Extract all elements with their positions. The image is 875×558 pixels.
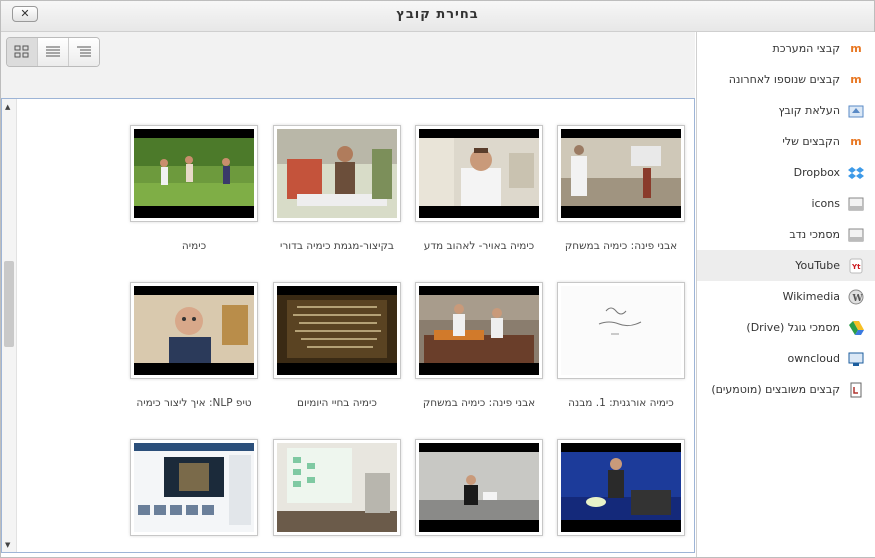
sidebar-item-owncloud[interactable]: owncloud bbox=[697, 343, 875, 374]
file-picker-dialog: ✕ בחירת קובץ ▲ ▼ אבני פינה: כימיה במשחק … bbox=[0, 0, 875, 558]
file-item[interactable] bbox=[415, 439, 543, 552]
file-label: כימיה באויר- לאהוב מדע bbox=[423, 240, 535, 252]
google-drive-icon bbox=[848, 320, 864, 336]
sidebar-item-label: Wikimedia bbox=[782, 290, 840, 303]
sidebar-item-recent-files[interactable]: קבצים שנוספו לאחרונה m bbox=[697, 64, 875, 95]
file-item[interactable]: אבני פינה: כימיה במשחק bbox=[415, 282, 543, 409]
thumbnail bbox=[130, 282, 258, 379]
sidebar-item-wikimedia[interactable]: Wikimedia W bbox=[697, 281, 875, 312]
tree-view-button[interactable] bbox=[69, 38, 99, 66]
moodle-icon: m bbox=[850, 42, 862, 55]
repository-sidebar: קבצי המערכת m קבצים שנוספו לאחרונה m העל… bbox=[696, 32, 875, 557]
svg-text:W: W bbox=[852, 294, 864, 304]
list-view-button[interactable] bbox=[38, 38, 69, 66]
folder-icon bbox=[848, 196, 864, 212]
thumbnail bbox=[273, 282, 401, 379]
view-switcher bbox=[6, 37, 100, 67]
file-item[interactable] bbox=[273, 439, 401, 552]
thumbnail bbox=[415, 282, 543, 379]
sidebar-item-label: icons bbox=[811, 197, 840, 210]
folder-icon bbox=[848, 227, 864, 243]
thumbnail bbox=[557, 282, 685, 379]
sidebar-item-icons[interactable]: icons bbox=[697, 188, 875, 219]
vertical-scrollbar[interactable]: ▲ ▼ bbox=[2, 99, 17, 552]
thumbnail bbox=[273, 439, 401, 536]
file-item[interactable]: טיפ NLP: איך ליצור כימיה bbox=[130, 282, 258, 409]
youtube-icon: Yt bbox=[848, 258, 864, 274]
thumbnail bbox=[415, 439, 543, 536]
icons-view-button[interactable] bbox=[7, 38, 38, 66]
sidebar-item-label: הקבצים שלי bbox=[782, 135, 840, 148]
sidebar-item-youtube[interactable]: YouTube Yt bbox=[697, 250, 875, 281]
file-item[interactable]: כימיה בחיי היומיום bbox=[273, 282, 401, 409]
file-label: כימיה bbox=[181, 240, 207, 252]
sidebar-item-dropbox[interactable]: Dropbox bbox=[697, 157, 875, 188]
file-item[interactable] bbox=[130, 439, 258, 552]
sidebar-item-label: owncloud bbox=[787, 352, 841, 365]
sidebar-item-label: קבצים משובצים (מוטמעים) bbox=[711, 383, 840, 396]
sidebar-item-nadav-docs[interactable]: מסמכי נדב bbox=[697, 219, 875, 250]
file-item[interactable]: כימיה bbox=[130, 125, 258, 252]
file-label: אבני פינה: כימיה במשחק bbox=[422, 397, 536, 409]
sidebar-item-label: Dropbox bbox=[793, 166, 840, 179]
owncloud-icon bbox=[848, 351, 864, 367]
thumbnail bbox=[557, 125, 685, 222]
wikimedia-icon: W bbox=[848, 289, 864, 305]
embedded-files-icon bbox=[848, 382, 864, 398]
file-item[interactable]: כימיה באויר- לאהוב מדע bbox=[415, 125, 543, 252]
sidebar-item-system-files[interactable]: קבצי המערכת m bbox=[697, 33, 875, 64]
thumbnail bbox=[415, 125, 543, 222]
dialog-title: בחירת קובץ bbox=[396, 7, 479, 22]
sidebar-item-label: קבצים שנוספו לאחרונה bbox=[728, 73, 840, 86]
grid-icon bbox=[14, 45, 29, 58]
sidebar-item-upload[interactable]: העלאת קובץ bbox=[697, 95, 875, 126]
moodle-icon: m bbox=[850, 135, 862, 148]
sidebar-item-label: YouTube bbox=[795, 259, 840, 272]
scroll-down-arrow[interactable]: ▼ bbox=[5, 541, 10, 549]
sidebar-item-embedded-files[interactable]: קבצים משובצים (מוטמעים) bbox=[697, 374, 875, 405]
file-label: טיפ NLP: איך ליצור כימיה bbox=[136, 397, 252, 409]
svg-text:Yt: Yt bbox=[851, 263, 861, 271]
file-label: בקיצור-מגמת כימיה בדורי bbox=[279, 240, 395, 252]
thumbnail bbox=[130, 439, 258, 536]
file-label: כימיה אורגנית: 1. מבנה bbox=[568, 397, 674, 409]
toolbar bbox=[1, 32, 695, 99]
file-item[interactable]: בקיצור-מגמת כימיה בדורי bbox=[273, 125, 401, 252]
sidebar-item-google-drive[interactable]: מסמכי גוגל (Drive) bbox=[697, 312, 875, 343]
sidebar-item-label: העלאת קובץ bbox=[778, 104, 841, 117]
file-grid-area: ▲ ▼ אבני פינה: כימיה במשחק כימיה באויר- … bbox=[1, 98, 695, 553]
thumbnail bbox=[557, 439, 685, 536]
dropbox-icon bbox=[848, 165, 864, 181]
scroll-up-arrow[interactable]: ▲ bbox=[5, 103, 10, 111]
sidebar-item-private-files[interactable]: הקבצים שלי m bbox=[697, 126, 875, 157]
title-bar: ✕ בחירת קובץ bbox=[1, 1, 874, 32]
list-icon bbox=[46, 46, 60, 57]
sidebar-item-label: מסמכי נדב bbox=[789, 228, 840, 241]
sidebar-item-label: קבצי המערכת bbox=[772, 42, 840, 55]
file-label: כימיה בחיי היומיום bbox=[297, 397, 377, 409]
tree-icon bbox=[77, 46, 91, 57]
file-item[interactable]: כימיה אורגנית: 1. מבנה bbox=[557, 282, 685, 409]
upload-icon bbox=[848, 103, 864, 119]
sidebar-item-label: מסמכי גוגל (Drive) bbox=[746, 321, 840, 334]
file-item[interactable] bbox=[557, 439, 685, 552]
scroll-thumb[interactable] bbox=[4, 261, 14, 347]
file-item[interactable]: אבני פינה: כימיה במשחק bbox=[557, 125, 685, 252]
moodle-icon: m bbox=[850, 73, 862, 86]
thumbnail bbox=[273, 125, 401, 222]
thumbnail bbox=[130, 125, 258, 222]
file-label: אבני פינה: כימיה במשחק bbox=[564, 240, 678, 252]
